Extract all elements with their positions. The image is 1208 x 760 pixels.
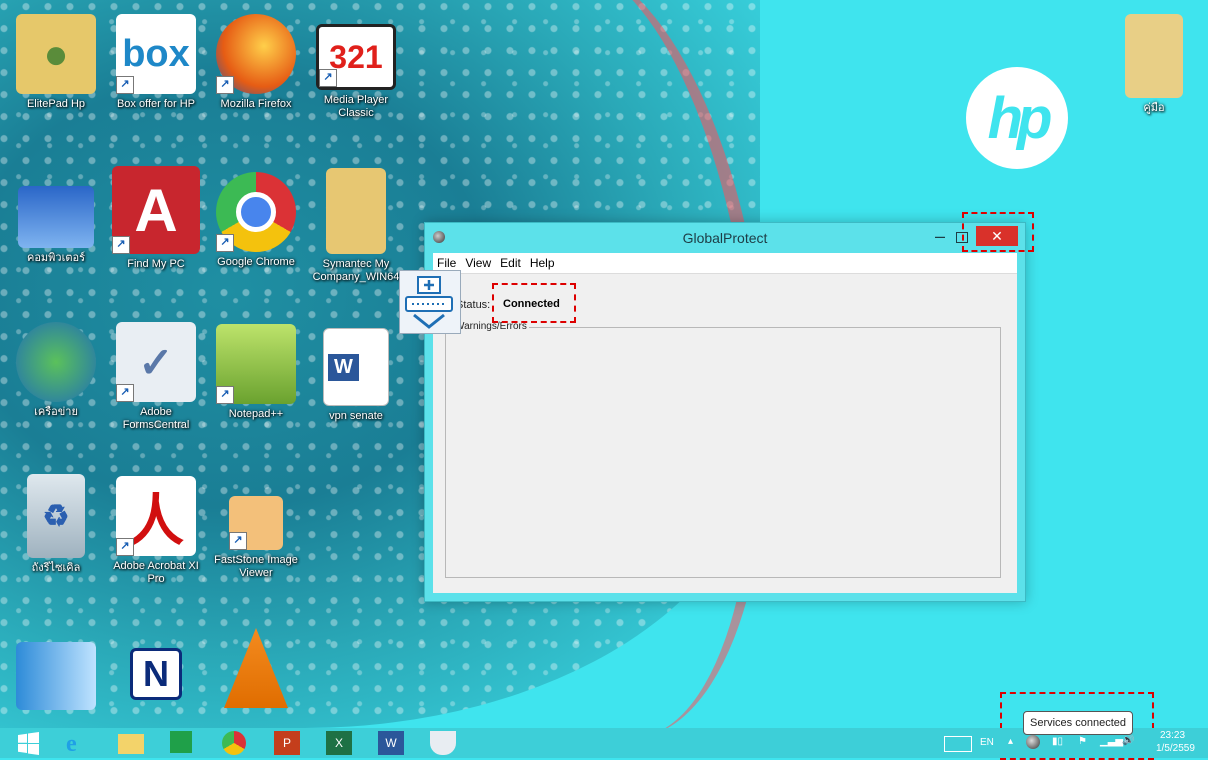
title-bar[interactable]: GlobalProtect – ✕	[425, 223, 1025, 253]
desktop-icon-acrobat[interactable]: 人 ↗ Adobe Acrobat XI Pro	[108, 476, 204, 586]
desktop-icon-box[interactable]: box ↗ Box offer for HP	[108, 14, 204, 111]
start-button[interactable]	[16, 731, 42, 755]
menu-view[interactable]: View	[461, 253, 496, 270]
notepad-plus-plus-icon: ↗	[216, 324, 296, 404]
globalprotect-shield-icon[interactable]	[399, 270, 461, 334]
media-player-classic-icon: 321 ↗	[316, 24, 396, 90]
shortcut-arrow-icon: ↗	[116, 76, 134, 94]
desktop-icon-faststone[interactable]: ↗ FastStone Image Viewer	[208, 480, 304, 580]
menu-help[interactable]: Help	[526, 253, 560, 270]
desktop-icon-recycle-bin[interactable]: ♻ ถังรีไซเคิล	[8, 474, 104, 575]
status-label: Status:	[456, 299, 491, 311]
globalprotect-window: GlobalProtect – ✕ File View Edit Help Statu…	[424, 222, 1026, 602]
shortcut-arrow-icon: ↗	[112, 236, 130, 254]
language-indicator[interactable]: EN	[980, 737, 994, 748]
shortcut-arrow-icon: ↗	[229, 532, 247, 550]
desktop-icon-app-1[interactable]	[8, 642, 104, 714]
desktop-icon-notepad[interactable]: ↗ Notepad++	[208, 324, 304, 421]
powerpoint-icon[interactable]: P	[274, 731, 300, 755]
desktop-icon-computer[interactable]: คอมพิวเตอร์	[8, 176, 104, 265]
shortcut-arrow-icon: ↗	[116, 538, 134, 556]
show-hidden-icons-icon[interactable]: ▴	[1008, 736, 1013, 747]
desktop-icon-vlc[interactable]	[208, 628, 304, 712]
desktop-icon-symantec[interactable]: Symantec My Company_WIN64	[308, 168, 404, 284]
word-document-icon: W	[323, 328, 389, 406]
shortcut-arrow-icon: ↗	[216, 76, 234, 94]
desktop-icon-chrome[interactable]: ↗ Google Chrome	[208, 172, 304, 269]
network-signal-icon[interactable]: ▁▃▅	[1100, 736, 1123, 747]
vlc-icon	[224, 628, 288, 708]
shortcut-arrow-icon: ↗	[216, 234, 234, 252]
user-folder-icon: ●	[16, 14, 96, 94]
folder-icon	[326, 168, 386, 254]
desktop-icon-media-player-classic[interactable]: 321 ↗ Media Player Classic	[308, 14, 404, 120]
internet-explorer-icon[interactable]: e	[66, 731, 92, 757]
adobe-formscentral-icon: ✓ ↗	[116, 322, 196, 402]
store-icon[interactable]	[170, 731, 192, 753]
recycle-bin-icon: ♻	[27, 474, 85, 558]
globalprotect-tray-icon[interactable]	[1026, 735, 1040, 749]
desktop-icon-network[interactable]: เครือข่าย	[8, 322, 104, 419]
n-app-icon: N	[130, 648, 182, 700]
faststone-icon: ↗	[229, 496, 283, 550]
desktop-icon-firefox[interactable]: ↗ Mozilla Firefox	[208, 14, 304, 111]
menu-file[interactable]: File	[433, 253, 461, 270]
services-connected-tooltip: Services connected	[1023, 711, 1133, 735]
network-icon	[16, 322, 96, 402]
desktop-icon-manual[interactable]: คู่มือ	[1106, 14, 1202, 115]
firefox-icon: ↗	[216, 14, 296, 94]
desktop-icon-app-2[interactable]: N	[108, 648, 204, 704]
excel-icon[interactable]: X	[326, 731, 352, 755]
shortcut-arrow-icon: ↗	[216, 386, 234, 404]
chrome-icon: ↗	[216, 172, 296, 252]
desktop-icon-find-my-pc[interactable]: A ↗ Find My PC	[108, 166, 204, 271]
windows-logo-icon	[18, 732, 39, 755]
folder-icon	[1125, 14, 1183, 98]
minimize-button[interactable]: –	[932, 226, 948, 248]
desktop-icon-elitepad[interactable]: ● ElitePad Hp	[8, 14, 104, 111]
menu-edit[interactable]: Edit	[496, 253, 526, 270]
volume-icon[interactable]: 🔊	[1122, 735, 1134, 746]
acrobat-icon: 人 ↗	[116, 476, 196, 556]
status-highlight	[492, 283, 576, 323]
box-icon: box ↗	[116, 14, 196, 94]
desktop-icon-vpn-senate[interactable]: W vpn senate	[308, 328, 404, 423]
hp-logo: hp	[966, 67, 1068, 169]
touch-keyboard-icon[interactable]	[944, 736, 972, 752]
find-my-pc-icon: A ↗	[112, 166, 200, 254]
desktop-icon-adobe-formscentral[interactable]: ✓ ↗ Adobe FormsCentral	[108, 322, 204, 432]
dashboard-app-icon	[16, 642, 96, 710]
close-button-highlight	[962, 212, 1034, 252]
computer-icon	[18, 186, 94, 248]
clock-time[interactable]: 23:23	[1160, 730, 1185, 741]
shortcut-arrow-icon: ↗	[319, 69, 337, 87]
globalprotect-taskbar-icon[interactable]	[430, 731, 456, 755]
shortcut-arrow-icon: ↗	[116, 384, 134, 402]
clock-date[interactable]: 1/5/2559	[1156, 743, 1195, 754]
chrome-taskbar-icon[interactable]	[222, 731, 246, 755]
menu-bar: File View Edit Help	[433, 253, 1017, 274]
action-center-flag-icon[interactable]: ⚑	[1078, 736, 1087, 747]
battery-icon[interactable]: ▮▯	[1052, 736, 1063, 747]
file-explorer-icon[interactable]	[118, 734, 144, 754]
word-icon[interactable]: W	[378, 731, 404, 755]
warnings-errors-box	[445, 327, 1001, 578]
